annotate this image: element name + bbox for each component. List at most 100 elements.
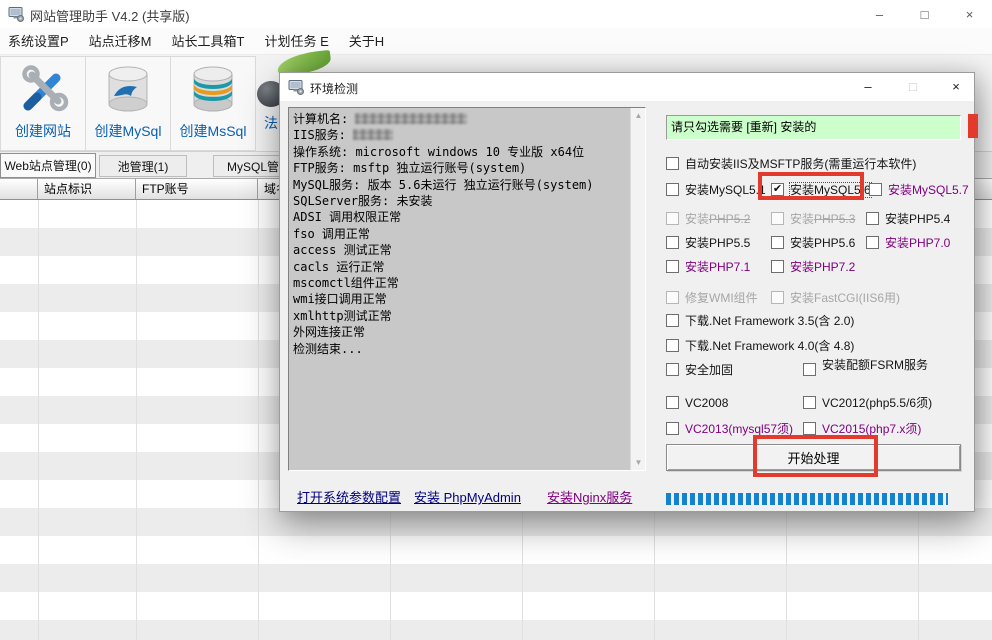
checkbox-item[interactable]: 安装PHP5.3 [771,212,855,226]
dialog-link[interactable]: 安装Nginx服务 [547,487,632,506]
checkbox-label: VC2013(mysql57须) [685,422,793,436]
checkbox-box[interactable] [771,212,784,225]
checkbox-item[interactable]: 下载.Net Framework 3.5(含 2.0) [666,314,854,328]
main-titlebar: 网站管理助手 V4.2 (共享版) – □ × [0,0,992,28]
checkbox-box[interactable] [666,260,679,273]
main-window-title: 网站管理助手 V4.2 (共享版) [30,6,190,25]
tab-1[interactable]: Web站点管理(0) [0,153,96,178]
env-report-box[interactable]: 计算机名: IIS服务: 操作系统: microsoft windows 10 … [288,107,646,471]
toolbar-button-label: 创建MsSql [180,121,247,141]
checkbox-box[interactable] [666,396,679,409]
scroll-up-icon[interactable]: ▲ [631,108,646,123]
annotation-mark-right-edge [968,114,978,138]
dialog-link[interactable]: 打开系统参数配置 [297,487,401,506]
report-scrollbar[interactable]: ▲ ▼ [630,108,645,470]
checkbox-item[interactable]: VC2013(mysql57须) [666,422,793,436]
env-report-line: MySQL服务: 版本 5.6未运行 独立运行账号(system) [293,177,628,193]
checkbox-box[interactable] [803,396,816,409]
checkbox-box[interactable] [866,212,879,225]
env-report-text: IIS服务: [293,128,353,142]
checkbox-item[interactable]: 安装PHP7.0 [866,236,950,250]
checkbox-item[interactable]: 安装PHP5.2 [666,212,750,226]
table-header-col [0,179,38,199]
checkbox-item[interactable]: VC2012(php5.5/6须) [803,396,932,410]
checkbox-item[interactable]: 自动安装IIS及MSFTP服务(需重运行本软件) [666,157,916,171]
menu-item[interactable]: 站长工具箱T [164,29,257,54]
checkbox-item[interactable]: 安装配额FSRM服务 [803,363,942,376]
checkbox-box[interactable] [666,314,679,327]
menu-item[interactable]: 关于H [341,29,396,54]
env-report-text: FTP服务: msftp 独立运行账号(system) [293,161,526,175]
checkbox-box[interactable] [803,422,816,435]
checkbox-item[interactable]: 安装PHP5.4 [866,212,950,226]
env-report-line: FTP服务: msftp 独立运行账号(system) [293,160,628,176]
env-report-line: ADSI 调用权限正常 [293,209,628,225]
minimize-button[interactable]: – [857,0,902,28]
dialog-titlebar: 环境检测 – □ × [280,73,974,101]
checkbox-item[interactable]: 安装MySQL5.1 [666,183,766,197]
dialog-close-button[interactable]: × [940,75,972,97]
toolbar-button-label: 创建MySql [95,121,162,141]
toolbar-button-2[interactable]: 创建MySql [85,56,171,151]
checkbox-item[interactable]: 安全加固 [666,363,733,377]
scroll-down-icon[interactable]: ▼ [631,455,646,470]
env-report-text: cacls 运行正常 [293,260,384,274]
checkbox-label: VC2012(php5.5/6须) [822,396,932,410]
checkbox-box[interactable] [666,157,679,170]
env-report-text: 计算机名: [293,112,355,126]
checkbox-item[interactable]: VC2015(php7.x须) [803,422,921,436]
tab-2[interactable]: 池管理(1) [99,155,187,177]
checkbox-box[interactable] [666,339,679,352]
tools-icon [14,61,72,119]
checkbox-box[interactable] [666,363,679,376]
checkbox-label: 安装MySQL5.1 [685,183,766,197]
app-icon [8,6,25,22]
checkbox-box[interactable] [869,183,882,196]
dialog-minimize-button[interactable]: – [852,75,884,97]
checkbox-label: 安装配额FSRM服务 [822,358,942,373]
env-report-line: 操作系统: microsoft windows 10 专业版 x64位 [293,144,628,160]
menu-item[interactable]: 系统设置P [0,29,81,54]
checkbox-label: 安装PHP5.6 [790,236,855,250]
env-report-line: 检测结束... [293,341,628,357]
checkbox-box[interactable] [866,236,879,249]
env-report-line: xmlhttp测试正常 [293,308,628,324]
checkbox-box[interactable] [666,422,679,435]
menu-item[interactable]: 站点迁移M [81,29,164,54]
checkbox-item[interactable]: 安装FastCGI(IIS6用) [771,291,900,305]
mysql-db-icon [99,61,157,119]
checkbox-box[interactable] [803,363,816,376]
checkbox-box[interactable] [771,291,784,304]
toolbar-button-1[interactable]: 创建网站 [0,56,86,151]
env-report-text: fso 调用正常 [293,227,370,241]
checkbox-item[interactable]: VC2008 [666,396,728,410]
checkbox-box[interactable] [771,260,784,273]
close-button[interactable]: × [947,0,992,28]
env-report-text: 操作系统: microsoft windows 10 专业版 x64位 [293,145,584,159]
checkbox-item[interactable]: 安装PHP7.2 [771,260,855,274]
checkbox-item[interactable]: 安装PHP7.1 [666,260,750,274]
toolbar-button-3[interactable]: 创建MsSql [170,56,256,151]
checkbox-item[interactable]: 安装MySQL5.7 [869,183,969,197]
env-report-line: 外网连接正常 [293,324,628,340]
env-report-line: fso 调用正常 [293,226,628,242]
checkbox-item[interactable]: 下载.Net Framework 4.0(含 4.8) [666,339,854,353]
checkbox-box[interactable] [771,236,784,249]
checkbox-label: 下载.Net Framework 3.5(含 2.0) [685,314,854,328]
checkbox-box[interactable] [666,212,679,225]
checkbox-box[interactable] [666,236,679,249]
checkbox-box[interactable] [666,183,679,196]
env-report-text: access 测试正常 [293,243,392,257]
desktop: 网站管理助手 V4.2 (共享版) – □ × 系统设置P站点迁移M站长工具箱T… [0,0,992,640]
checkbox-box[interactable] [666,291,679,304]
table-column-line [258,200,259,640]
checkbox-item[interactable]: 安装PHP5.5 [666,236,750,250]
checkbox-item[interactable]: 安装PHP5.6 [771,236,855,250]
checkbox-label-strike: PHP5.2 [709,212,750,226]
env-report-text: ADSI 调用权限正常 [293,210,401,224]
annotation-box-mysql56 [758,172,864,200]
checkbox-item[interactable]: 修复WMI组件 [666,291,758,305]
maximize-button[interactable]: □ [902,0,947,28]
checkbox-label: 安装PHP7.2 [790,260,855,274]
dialog-link[interactable]: 安装 PhpMyAdmin [414,487,521,506]
